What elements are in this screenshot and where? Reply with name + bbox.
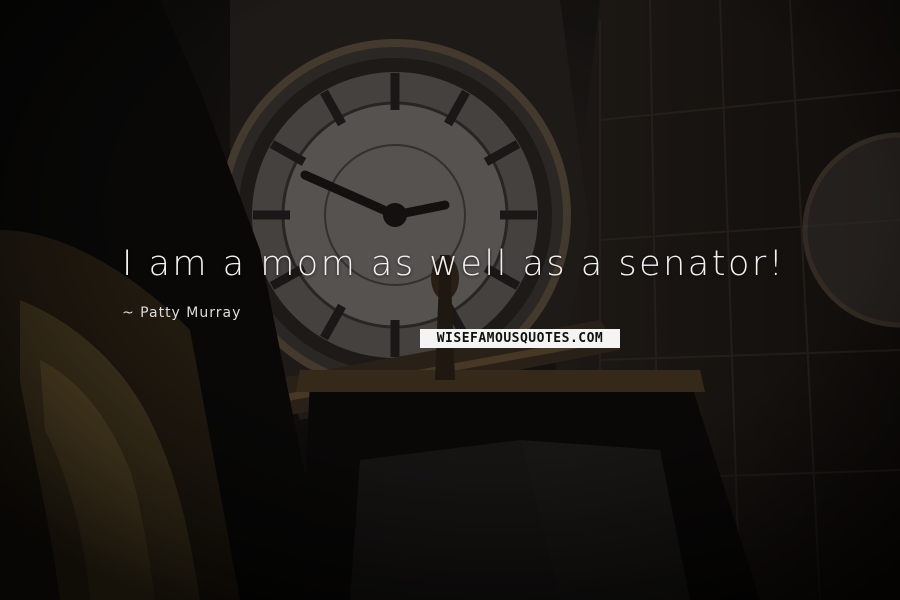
quote-author: ~ Patty Murray [122,305,242,321]
clock-tower-background-image [0,0,900,600]
watermark-logo: WISEFAMOUSQUOTES.COM [420,329,620,348]
quote-card: I am a mom as well as a senator! ~ Patty… [0,0,900,600]
quote-text: I am a mom as well as a senator! [122,244,786,284]
